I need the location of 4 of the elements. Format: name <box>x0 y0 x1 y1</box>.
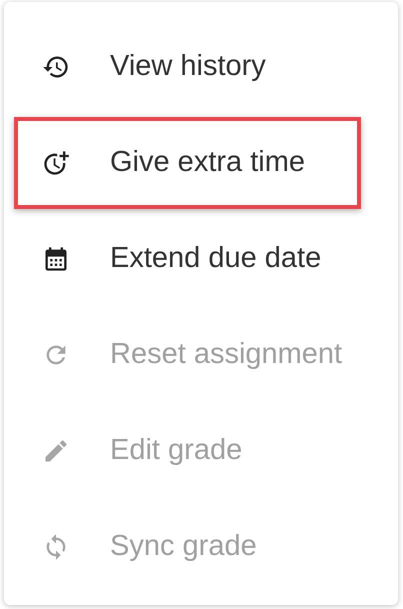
menu-item[interactable]: View history <box>14 21 361 113</box>
clock-plus-icon <box>42 149 70 177</box>
menu-item[interactable]: Extend due date <box>14 213 361 305</box>
menu-item[interactable]: Give extra time <box>14 117 361 209</box>
